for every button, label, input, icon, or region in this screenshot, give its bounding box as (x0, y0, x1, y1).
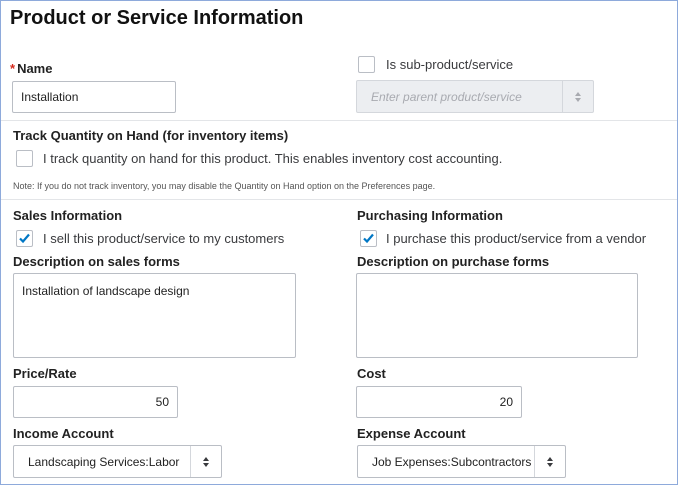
expense-account-value: Job Expenses:Subcontractors (372, 454, 532, 469)
purchase-checkbox[interactable] (360, 230, 377, 247)
track-quantity-label: I track quantity on hand for this produc… (43, 151, 503, 166)
sales-description-label: Description on sales forms (13, 254, 180, 269)
purchase-label: I purchase this product/service from a v… (386, 231, 647, 246)
income-account-label: Income Account (13, 426, 114, 441)
checkmark-icon (363, 233, 374, 244)
sub-product-label: Is sub-product/service (386, 57, 514, 72)
divider (1, 199, 677, 200)
name-label: * Name (10, 61, 53, 76)
required-mark: * (10, 61, 16, 76)
sell-checkbox[interactable] (16, 230, 33, 247)
purchasing-heading: Purchasing Information (357, 208, 503, 223)
purchase-description-textarea[interactable] (356, 273, 638, 358)
income-account-select[interactable]: Landscaping Services:Labor (13, 445, 222, 478)
inventory-note: Note: If you do not track inventory, you… (13, 181, 436, 191)
name-input[interactable]: Installation (12, 81, 176, 113)
product-service-panel: Product or Service Information * Name Ins… (0, 0, 678, 485)
track-quantity-checkbox[interactable] (16, 150, 33, 167)
income-account-value: Landscaping Services:Labor (28, 454, 180, 469)
sales-description-textarea[interactable]: Installation of landscape design (13, 273, 296, 358)
price-input[interactable]: 50 (13, 386, 178, 418)
cost-label: Cost (357, 366, 386, 381)
select-arrows-icon (534, 446, 565, 477)
expense-account-select[interactable]: Job Expenses:Subcontractors (357, 445, 566, 478)
sub-product-checkbox[interactable] (358, 56, 375, 73)
purchase-description-label: Description on purchase forms (357, 254, 550, 269)
checkmark-icon (19, 233, 30, 244)
sell-label: I sell this product/service to my custom… (43, 231, 285, 246)
cost-input[interactable]: 20 (356, 386, 522, 418)
parent-product-placeholder: Enter parent product/service (371, 89, 522, 104)
select-arrows-icon (562, 81, 593, 112)
price-label: Price/Rate (13, 366, 77, 381)
divider (1, 120, 677, 121)
select-arrows-icon (190, 446, 221, 477)
parent-product-select[interactable]: Enter parent product/service (356, 80, 594, 113)
inventory-heading: Track Quantity on Hand (for inventory it… (13, 128, 289, 143)
expense-account-label: Expense Account (357, 426, 466, 441)
page-title: Product or Service Information (10, 7, 304, 29)
sales-heading: Sales Information (13, 208, 123, 223)
